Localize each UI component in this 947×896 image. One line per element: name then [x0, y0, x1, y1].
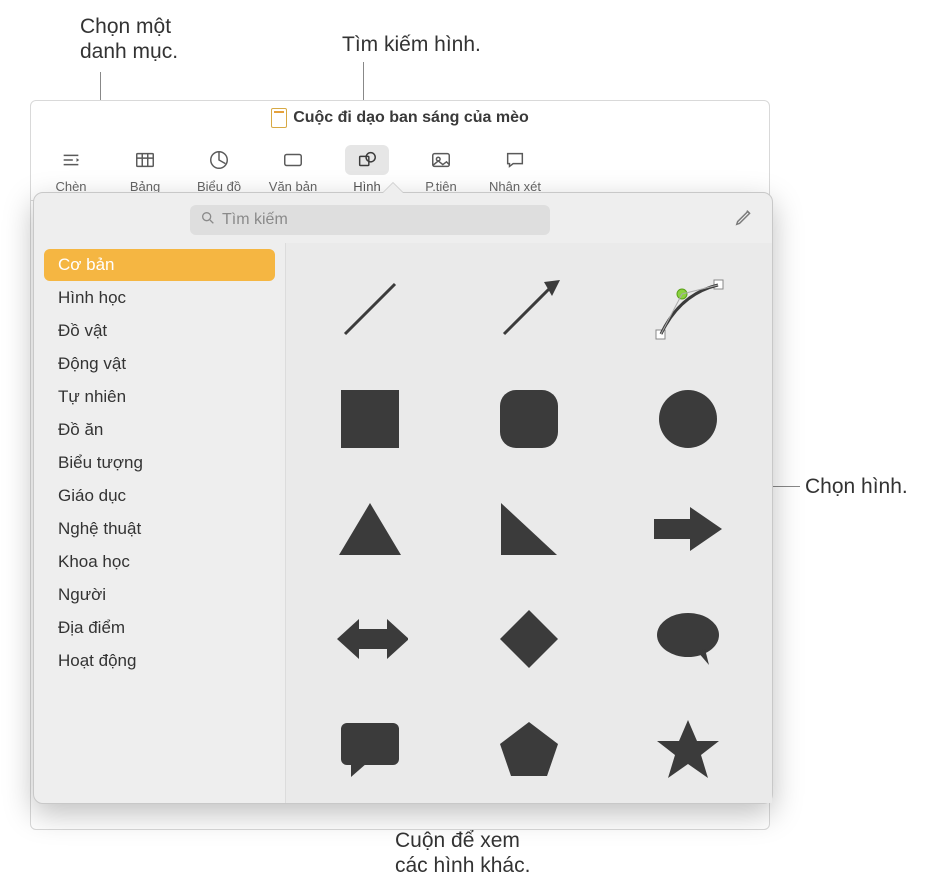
- category-list[interactable]: Cơ bảnHình họcĐồ vậtĐộng vậtTự nhiênĐồ ă…: [34, 243, 286, 803]
- category-item[interactable]: Người: [44, 579, 275, 611]
- shape-callout-rect[interactable]: [333, 712, 408, 787]
- category-item[interactable]: Đồ vật: [44, 315, 275, 347]
- shape-line[interactable]: [333, 272, 408, 347]
- category-item[interactable]: Cơ bản: [44, 249, 275, 281]
- shape-arrow-right[interactable]: [650, 492, 725, 567]
- window-titlebar: Cuộc đi dạo ban sáng của mèo: [31, 101, 769, 135]
- text-icon: [279, 148, 307, 172]
- shape-triangle[interactable]: [333, 492, 408, 567]
- shape-pentagon[interactable]: [491, 712, 566, 787]
- callout-choose: Chọn hình.: [805, 474, 908, 499]
- category-item[interactable]: Tự nhiên: [44, 381, 275, 413]
- search-input[interactable]: [222, 211, 540, 229]
- chart-icon: [205, 148, 233, 172]
- category-item[interactable]: Giáo dục: [44, 480, 275, 512]
- document-title: Cuộc đi dạo ban sáng của mèo: [293, 109, 529, 127]
- shape-circle[interactable]: [650, 382, 725, 457]
- shape-square[interactable]: [333, 382, 408, 457]
- shape-arrow-line[interactable]: [491, 272, 566, 347]
- draw-icon[interactable]: [734, 206, 756, 234]
- shapes-grid[interactable]: [286, 243, 772, 803]
- category-item[interactable]: Biểu tượng: [44, 447, 275, 479]
- shape-icon: [353, 148, 381, 172]
- chart-button[interactable]: Biểu đồ: [187, 145, 251, 196]
- category-item[interactable]: Nghệ thuật: [44, 513, 275, 545]
- category-item[interactable]: Động vật: [44, 348, 275, 380]
- shape-right-triangle[interactable]: [491, 492, 566, 567]
- shape-diamond[interactable]: [491, 602, 566, 677]
- callout-scroll: Cuộn để xem các hình khác.: [395, 828, 530, 878]
- shape-speech-bubble[interactable]: [650, 602, 725, 677]
- shape-curve[interactable]: [650, 272, 725, 347]
- category-item[interactable]: Hoạt động: [44, 645, 275, 677]
- media-button[interactable]: P.tiện: [409, 145, 473, 196]
- category-item[interactable]: Địa điểm: [44, 612, 275, 644]
- text-button[interactable]: Văn bản: [261, 145, 325, 196]
- insert-button[interactable]: Chèn: [39, 145, 103, 196]
- search-row: [34, 193, 772, 243]
- shape-star[interactable]: [650, 712, 725, 787]
- shape-arrow-leftright[interactable]: [333, 602, 408, 677]
- search-icon: [200, 210, 216, 231]
- media-icon: [427, 148, 455, 172]
- panel-body: Cơ bảnHình họcĐồ vậtĐộng vậtTự nhiênĐồ ă…: [34, 243, 772, 803]
- insert-icon: [57, 148, 85, 172]
- table-button[interactable]: Bảng: [113, 145, 177, 196]
- comment-button[interactable]: Nhận xét: [483, 145, 547, 196]
- shape-rounded-square[interactable]: [491, 382, 566, 457]
- table-icon: [131, 148, 159, 172]
- category-item[interactable]: Hình học: [44, 282, 275, 314]
- category-item[interactable]: Đồ ăn: [44, 414, 275, 446]
- callout-category: Chọn một danh mục.: [80, 14, 178, 64]
- category-item[interactable]: Khoa học: [44, 546, 275, 578]
- document-icon: [271, 108, 287, 128]
- callout-search: Tìm kiếm hình.: [342, 32, 481, 57]
- comment-icon: [501, 148, 529, 172]
- shapes-popover: Cơ bảnHình họcĐồ vậtĐộng vậtTự nhiênĐồ ă…: [33, 192, 773, 804]
- search-box[interactable]: [190, 205, 550, 235]
